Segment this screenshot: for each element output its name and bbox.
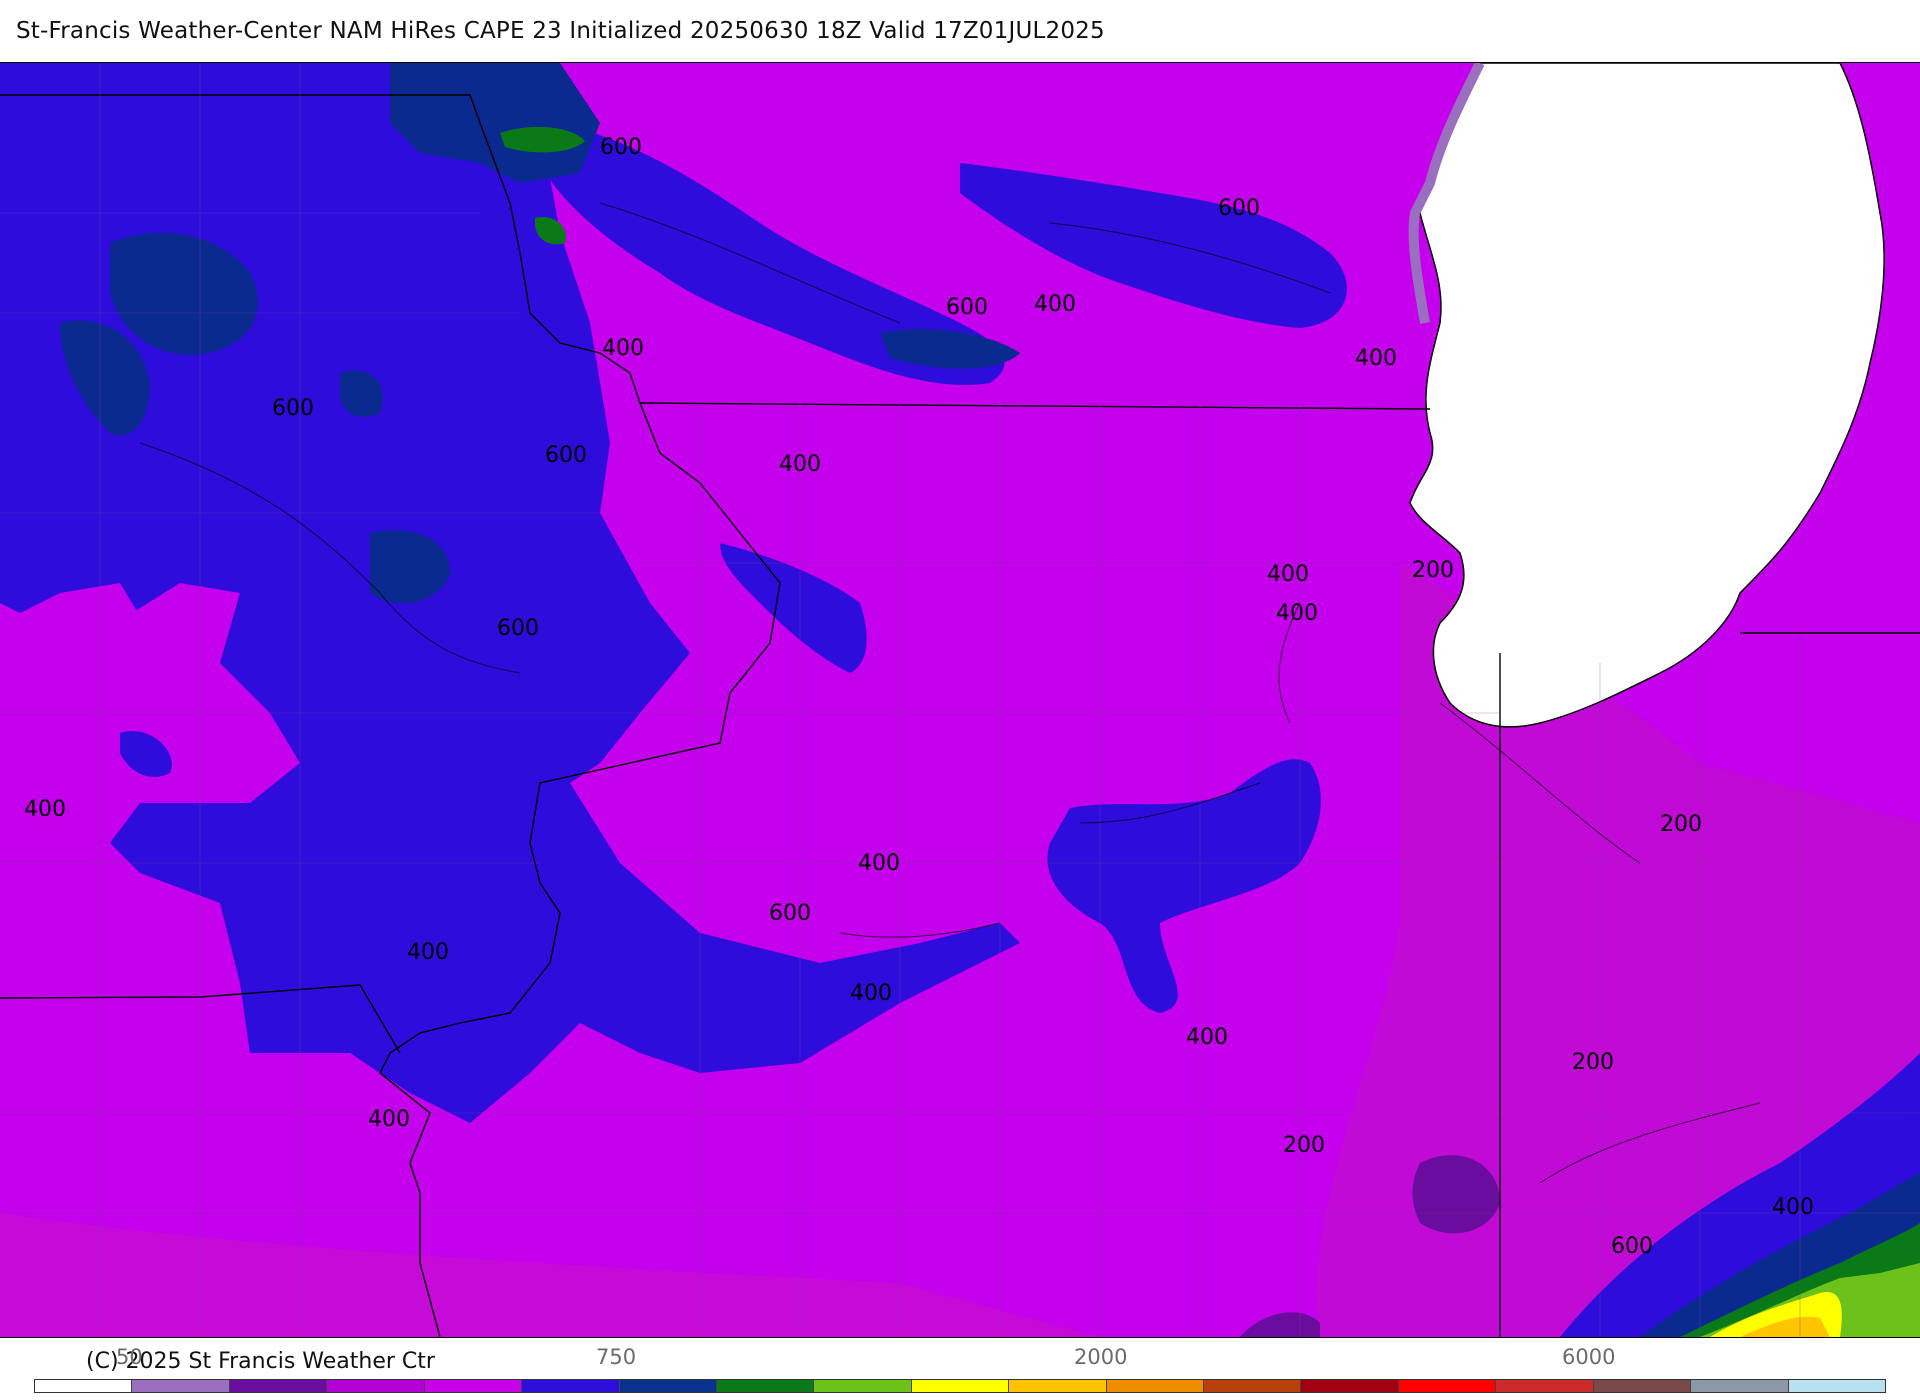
colorbar-swatch bbox=[1009, 1380, 1107, 1392]
colorbar-swatch bbox=[1593, 1380, 1692, 1392]
colorbar-tick-label: 6000 bbox=[1562, 1345, 1616, 1369]
contour-label: 400 bbox=[24, 797, 66, 822]
contour-label: 600 bbox=[1218, 196, 1260, 221]
contour-label: 600 bbox=[545, 443, 587, 468]
contour-label: 200 bbox=[1572, 1050, 1614, 1075]
contour-label: 600 bbox=[946, 295, 988, 320]
colorbar-swatch bbox=[229, 1380, 328, 1392]
colorbar-swatch bbox=[132, 1380, 230, 1392]
contour-label: 400 bbox=[779, 452, 821, 477]
colorbar-swatch bbox=[1106, 1380, 1205, 1392]
map-title: St-Francis Weather-Center NAM HiRes CAPE… bbox=[16, 18, 1105, 44]
contour-label: 400 bbox=[407, 940, 449, 965]
contour-label: 400 bbox=[1267, 562, 1309, 587]
contour-label: 400 bbox=[1772, 1195, 1814, 1220]
contour-label: 600 bbox=[600, 135, 642, 160]
colorbar-swatch bbox=[619, 1380, 717, 1392]
contour-label: 400 bbox=[858, 851, 900, 876]
colorbar-swatch bbox=[1301, 1380, 1399, 1392]
contour-label: 400 bbox=[1355, 346, 1397, 371]
cape-map[interactable]: 600 600 600 400 600 400 600 400 400 400 … bbox=[0, 62, 1920, 1338]
contour-label: 400 bbox=[1034, 292, 1076, 317]
contour-label: 600 bbox=[769, 901, 811, 926]
colorbar-swatch bbox=[1691, 1380, 1789, 1392]
colorbar-swatch bbox=[1204, 1380, 1302, 1392]
colorbar-swatch bbox=[814, 1380, 912, 1392]
colorbar-swatch bbox=[35, 1380, 133, 1392]
contour-label: 400 bbox=[1186, 1025, 1228, 1050]
cape-colorbar bbox=[34, 1379, 1886, 1393]
colorbar-swatch bbox=[522, 1380, 620, 1392]
contour-label: 600 bbox=[497, 616, 539, 641]
colorbar-swatch bbox=[716, 1380, 815, 1392]
colorbar-swatch bbox=[1496, 1380, 1594, 1392]
colorbar-swatch bbox=[424, 1380, 523, 1392]
colorbar-swatch bbox=[1398, 1380, 1497, 1392]
colorbar-swatch bbox=[1788, 1380, 1886, 1392]
map-canvas: 600 600 600 400 600 400 600 400 400 400 … bbox=[0, 63, 1920, 1337]
contour-label: 200 bbox=[1283, 1133, 1325, 1158]
contour-label: 600 bbox=[272, 396, 314, 421]
contour-label: 400 bbox=[1276, 601, 1318, 626]
contour-label: 400 bbox=[368, 1107, 410, 1132]
contour-label: 400 bbox=[602, 336, 644, 361]
colorbar-swatch bbox=[911, 1380, 1010, 1392]
contour-label: 600 bbox=[1611, 1234, 1653, 1259]
colorbar-tick-label: 750 bbox=[596, 1345, 637, 1369]
contour-label: 200 bbox=[1660, 812, 1702, 837]
colorbar-swatch bbox=[327, 1380, 425, 1392]
colorbar-tick-label: 50 bbox=[116, 1345, 143, 1369]
colorbar-tick-label: 2000 bbox=[1074, 1345, 1128, 1369]
contour-label: 400 bbox=[850, 981, 892, 1006]
contour-label: 200 bbox=[1412, 558, 1454, 583]
